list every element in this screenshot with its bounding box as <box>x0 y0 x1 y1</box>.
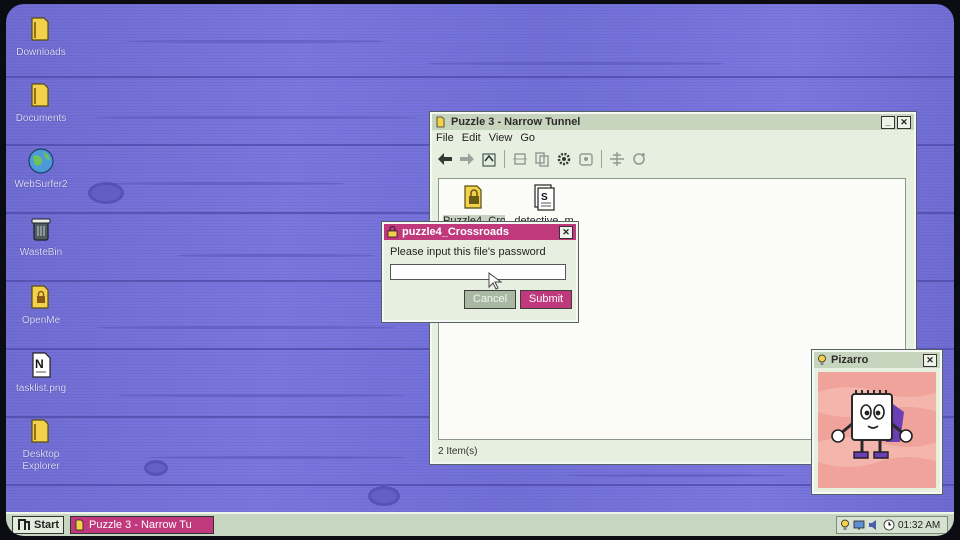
desktop-icon-openme[interactable]: OpenMe <box>6 282 76 327</box>
menu-file[interactable]: File <box>436 132 454 144</box>
system-tray: 01:32 AM <box>836 516 948 534</box>
desktop-icon-tasklist[interactable]: N tasklist.png <box>6 350 76 395</box>
locked-folder-icon <box>464 185 482 209</box>
back-arrow-icon[interactable] <box>436 150 454 168</box>
clock-icon <box>883 519 895 531</box>
wood-seam <box>6 76 954 78</box>
desktop-icon-documents[interactable]: Documents <box>6 80 76 125</box>
menu-edit[interactable]: Edit <box>462 132 481 144</box>
notepad-mascot-icon <box>818 387 936 467</box>
minimize-button[interactable]: _ <box>881 115 895 129</box>
start-button[interactable]: Start <box>12 516 65 534</box>
toolbar <box>432 146 914 172</box>
refresh-icon[interactable] <box>630 150 648 168</box>
dialog-titlebar[interactable]: puzzle4_Crossroads ✕ <box>384 224 576 240</box>
desktop: Downloads Documents WebSurfer2 WasteBin … <box>6 4 954 536</box>
dialog-close-button[interactable]: ✕ <box>559 225 573 239</box>
folder-icon <box>31 419 49 443</box>
desktop-icon-desktop-explorer[interactable]: Desktop Explorer <box>6 416 76 473</box>
desktop-icon-label: Downloads <box>16 47 66 58</box>
svg-text:N: N <box>35 357 44 371</box>
wood-grain <box>176 254 376 257</box>
desktop-icon-label: WebSurfer2 <box>14 179 68 190</box>
assistant-window: Pizarro ✕ <box>811 349 943 495</box>
assistant-close-button[interactable]: ✕ <box>923 353 937 367</box>
toolbar-separator <box>504 150 505 168</box>
desktop-icon-label: OpenMe <box>21 315 61 326</box>
trash-icon <box>31 218 51 241</box>
assistant-titlebar[interactable]: Pizarro ✕ <box>814 352 940 368</box>
cut-icon[interactable] <box>511 150 529 168</box>
wood-grain <box>566 474 786 477</box>
network-icon[interactable] <box>853 519 865 531</box>
wood-grain <box>426 62 726 65</box>
dialog-title: puzzle4_Crossroads <box>402 226 509 238</box>
cancel-button[interactable]: Cancel <box>464 290 516 309</box>
close-button[interactable]: ✕ <box>897 115 911 129</box>
status-bar: 2 Item(s) <box>438 446 478 457</box>
desktop-icon-label: Documents <box>15 113 67 124</box>
start-logo-icon <box>18 519 30 530</box>
svg-text:S: S <box>541 192 548 203</box>
start-label: Start <box>34 519 60 531</box>
forward-arrow-icon[interactable] <box>458 150 476 168</box>
mouse-cursor-icon <box>488 272 503 290</box>
wood-grain <box>116 394 406 397</box>
lightbulb-icon <box>818 354 826 365</box>
desktop-icon-websurfer2[interactable]: WebSurfer2 <box>6 146 76 191</box>
menu-go[interactable]: Go <box>520 132 535 144</box>
desktop-icon-label: WasteBin <box>19 247 63 258</box>
wood-grain <box>126 40 386 43</box>
document-icon: S <box>534 184 555 211</box>
password-input[interactable] <box>390 264 566 280</box>
wood-knot <box>144 460 168 476</box>
folder-icon <box>436 116 445 128</box>
taskbar: Start Puzzle 3 - Narrow Tu 01:32 AM <box>6 512 954 536</box>
submit-button[interactable]: Submit <box>520 290 572 309</box>
wood-grain <box>106 182 346 185</box>
folder-icon <box>75 519 84 531</box>
lock-icon <box>387 226 398 238</box>
file-item-detective[interactable]: S detective_m <box>513 182 575 227</box>
desktop-icon-label: Desktop Explorer <box>22 449 60 472</box>
taskbar-item-label: Puzzle 3 - Narrow Tu <box>89 519 192 531</box>
folder-icon <box>31 17 49 41</box>
desktop-icon-label: tasklist.png <box>15 383 67 394</box>
home-up-icon[interactable] <box>480 150 498 168</box>
wood-knot <box>368 486 400 506</box>
desktop-icon-downloads[interactable]: Downloads <box>6 14 76 59</box>
desktop-icon-wastebin[interactable]: WasteBin <box>6 214 76 259</box>
toolbar-separator <box>601 150 602 168</box>
globe-icon <box>28 148 54 174</box>
menu-view[interactable]: View <box>489 132 513 144</box>
move-icon[interactable] <box>608 150 626 168</box>
image-file-icon: N <box>32 352 51 378</box>
properties-icon[interactable] <box>577 150 595 168</box>
folder-icon <box>31 83 49 107</box>
volume-icon[interactable] <box>868 519 880 531</box>
wood-grain <box>96 326 396 329</box>
settings-gear-icon[interactable] <box>555 150 573 168</box>
assistant-character[interactable] <box>818 372 936 488</box>
wood-grain <box>96 116 416 119</box>
lightbulb-icon[interactable] <box>840 519 850 531</box>
file-item-puzzle4[interactable]: Puzzle4_Cro <box>443 182 505 227</box>
password-dialog: puzzle4_Crossroads ✕ Please input this f… <box>381 221 579 323</box>
folder-lock-icon <box>31 285 49 309</box>
dialog-prompt: Please input this file's password <box>390 246 546 258</box>
explorer-titlebar[interactable]: Puzzle 3 - Narrow Tunnel _ ✕ <box>432 114 914 130</box>
copy-icon[interactable] <box>533 150 551 168</box>
window-title: Puzzle 3 - Narrow Tunnel <box>451 116 581 128</box>
assistant-title: Pizarro <box>831 354 869 366</box>
menu-bar: File Edit View Go <box>432 130 914 146</box>
clock-time: 01:32 AM <box>898 519 941 531</box>
wood-grain <box>146 456 406 459</box>
wood-knot <box>88 182 124 204</box>
taskbar-item-explorer[interactable]: Puzzle 3 - Narrow Tu <box>70 516 214 534</box>
